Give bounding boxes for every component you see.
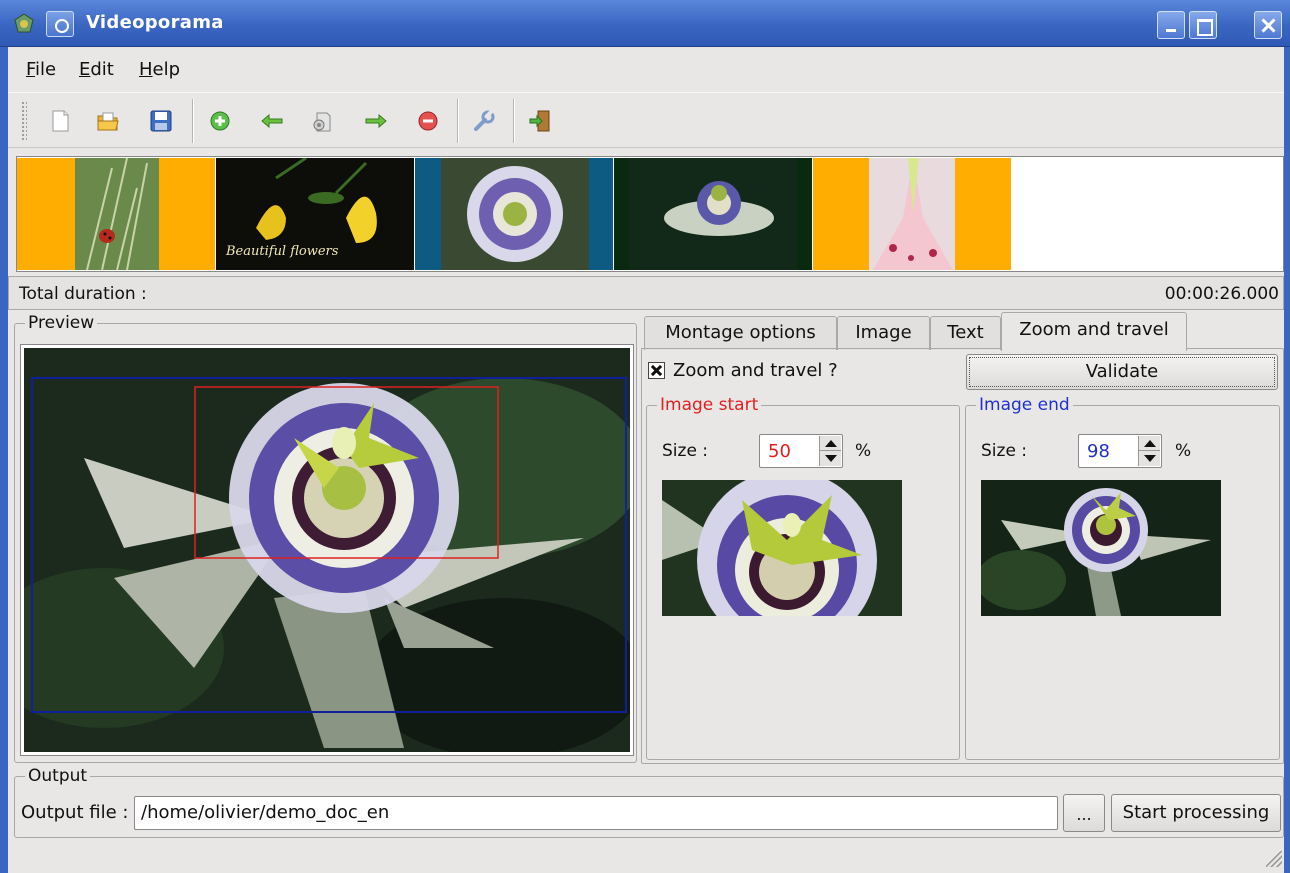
resize-grip[interactable]: [1266, 851, 1282, 867]
app-icon: [14, 13, 34, 33]
end-size-value[interactable]: 98: [1087, 441, 1110, 462]
image-start-legend: Image start: [657, 395, 762, 415]
strip-thumbnail[interactable]: [415, 158, 613, 270]
toolbar-separator: [192, 99, 194, 143]
end-size-label: Size :: [981, 441, 1028, 461]
new-document-icon[interactable]: [46, 107, 74, 135]
total-duration-label: Total duration :: [19, 284, 147, 304]
strip-thumbnail[interactable]: [17, 158, 215, 270]
spin-down-icon[interactable]: [1144, 455, 1156, 462]
title-bar[interactable]: Videoporama: [0, 0, 1290, 47]
end-size-unit: %: [1175, 441, 1192, 461]
settings-wrench-icon[interactable]: [470, 107, 498, 135]
output-legend: Output: [25, 766, 91, 786]
menu-bar: File Edit Help: [8, 48, 1284, 90]
tab-zoom-and-travel[interactable]: Zoom and travel: [1001, 312, 1187, 351]
move-right-icon[interactable]: [362, 107, 390, 135]
zoom-travel-checkbox[interactable]: [648, 362, 665, 379]
toolbar-separator: [457, 99, 459, 143]
start-size-value[interactable]: 50: [768, 441, 791, 462]
toolbar-grip[interactable]: [21, 101, 27, 141]
add-image-icon[interactable]: [206, 107, 234, 135]
start-processing-button[interactable]: Start processing: [1111, 794, 1281, 832]
toolbar: [8, 92, 1284, 148]
move-left-icon[interactable]: [258, 107, 286, 135]
preview-image[interactable]: [20, 344, 634, 756]
maximize-button[interactable]: [1189, 11, 1217, 39]
tab-text[interactable]: Text: [930, 316, 1001, 350]
strip-thumbnail[interactable]: [614, 158, 812, 270]
menu-file[interactable]: File: [26, 59, 56, 80]
open-folder-icon[interactable]: [94, 107, 122, 135]
spin-up-icon[interactable]: [1144, 440, 1156, 447]
tab-montage-options[interactable]: Montage options: [644, 316, 837, 350]
menu-help[interactable]: Help: [139, 59, 180, 80]
start-size-label: Size :: [662, 441, 709, 461]
remove-image-icon[interactable]: [414, 107, 442, 135]
end-size-stepper[interactable]: [1138, 436, 1160, 466]
browse-button[interactable]: ...: [1063, 794, 1105, 832]
window-frame-left: [0, 47, 8, 873]
image-strip[interactable]: Beautiful flowers: [16, 156, 1284, 272]
save-icon[interactable]: [147, 107, 175, 135]
zoom-travel-checkbox-label[interactable]: Zoom and travel ?: [673, 360, 838, 381]
image-end-legend: Image end: [976, 395, 1073, 415]
image-end-preview: [981, 480, 1221, 616]
title-card-text: Beautiful flowers: [226, 244, 339, 259]
window-frame-right: [1284, 47, 1290, 873]
end-size-spinbox[interactable]: 98: [1078, 434, 1162, 468]
start-size-unit: %: [855, 441, 872, 461]
tab-image[interactable]: Image: [837, 316, 930, 350]
close-button[interactable]: [1254, 11, 1282, 39]
image-start-preview: [662, 480, 902, 616]
spin-down-icon[interactable]: [825, 455, 837, 462]
output-file-label: Output file :: [21, 802, 129, 823]
spin-up-icon[interactable]: [825, 440, 837, 447]
window-title: Videoporama: [86, 12, 224, 33]
duration-bar: Total duration : 00:00:26.000: [8, 276, 1284, 310]
strip-thumbnail[interactable]: [813, 158, 1011, 270]
total-duration-value: 00:00:26.000: [1164, 284, 1279, 304]
window-menu-button[interactable]: [46, 11, 74, 37]
start-size-spinbox[interactable]: 50: [759, 434, 843, 468]
exit-icon[interactable]: [526, 107, 554, 135]
properties-icon[interactable]: [308, 107, 336, 135]
minimize-button[interactable]: [1157, 11, 1185, 39]
output-file-value[interactable]: /home/olivier/demo_doc_en: [141, 802, 389, 823]
toolbar-separator: [513, 99, 515, 143]
menu-edit[interactable]: Edit: [79, 59, 114, 80]
strip-thumbnail[interactable]: Beautiful flowers: [216, 158, 414, 270]
start-size-stepper[interactable]: [819, 436, 841, 466]
output-file-input[interactable]: /home/olivier/demo_doc_en: [134, 796, 1058, 830]
validate-button[interactable]: Validate: [966, 354, 1278, 390]
preview-legend: Preview: [25, 313, 98, 333]
